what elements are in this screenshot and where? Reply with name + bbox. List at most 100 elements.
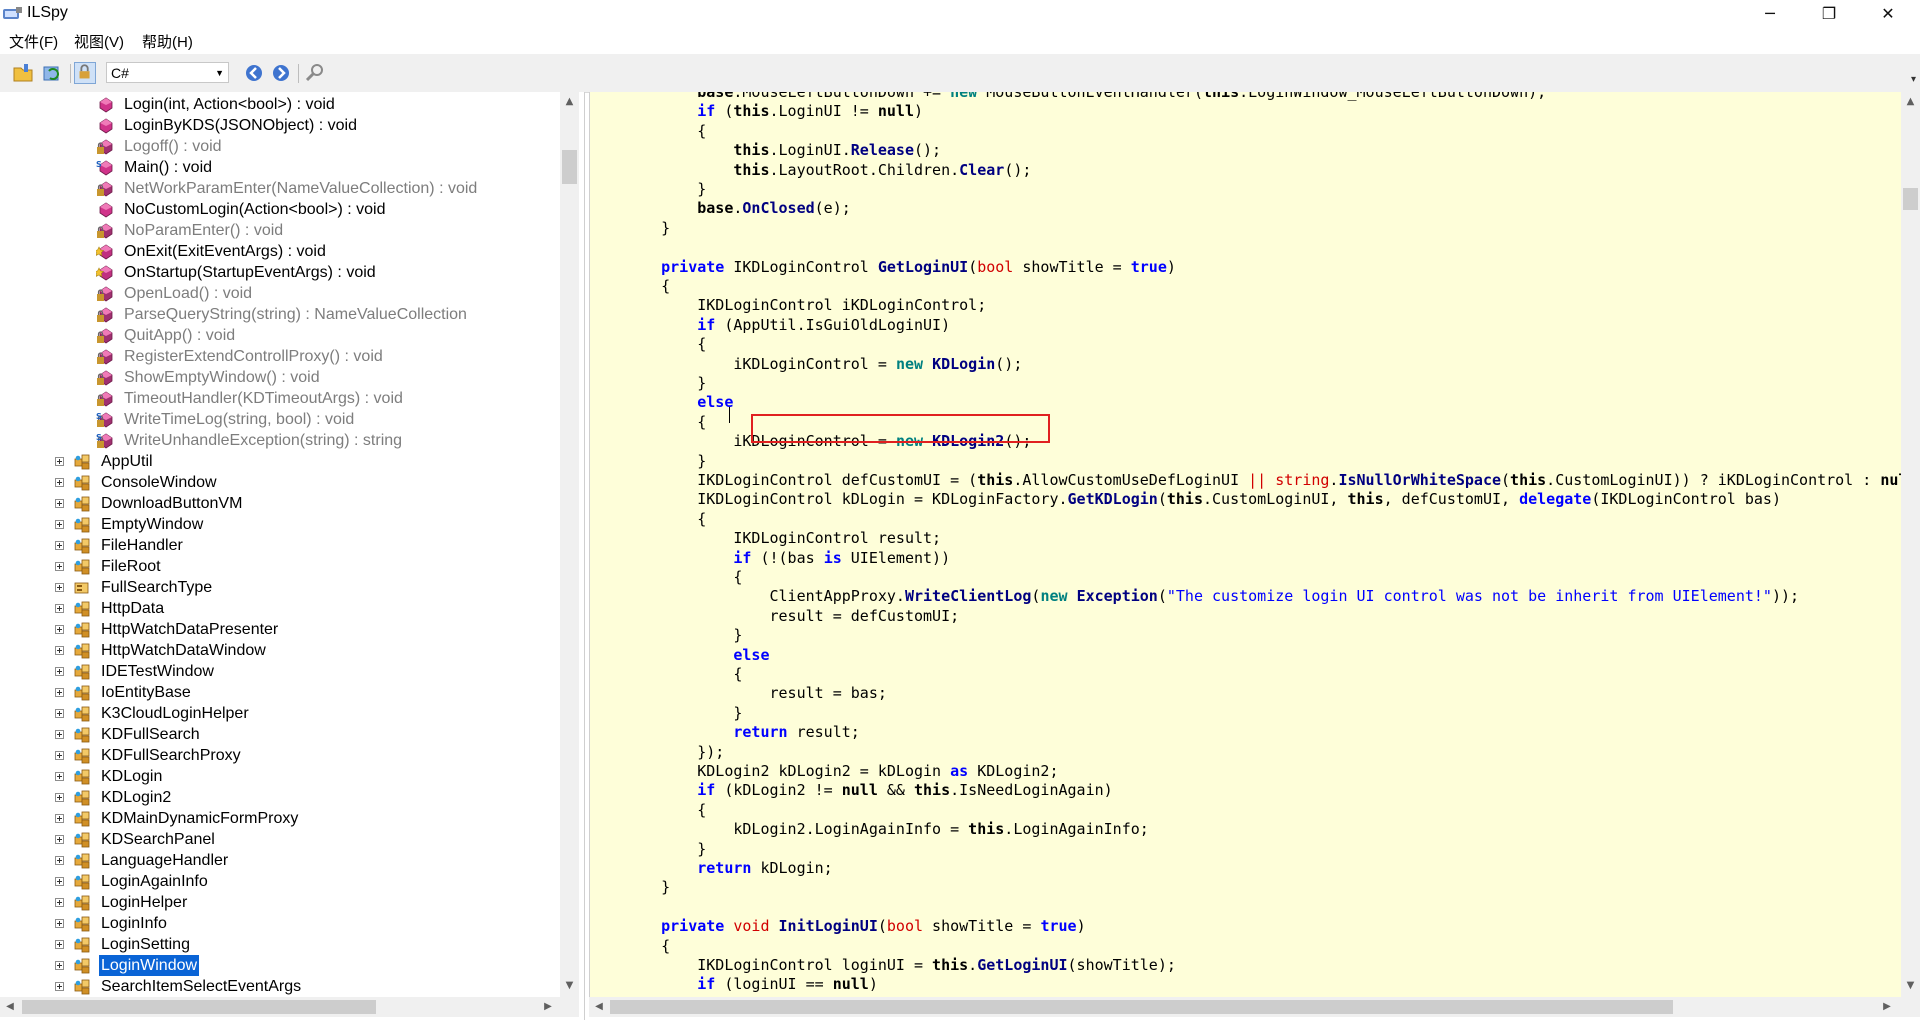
expand-plus-icon[interactable] [55, 919, 64, 928]
tree-item-class[interactable]: KDFullSearchProxy [0, 745, 560, 766]
expand-plus-icon[interactable] [55, 667, 64, 676]
tree-item-method[interactable]: OnStartup(StartupEventArgs) : void [0, 262, 560, 283]
tree-item-class[interactable]: KDSearchPanel [0, 829, 560, 850]
tree-item-class[interactable]: LoginAgainInfo [0, 871, 560, 892]
tree-item-method[interactable]: S Main() : void [0, 157, 560, 178]
expand-plus-icon[interactable] [55, 709, 64, 718]
code-vertical-scrollbar[interactable]: ▲ ▼ [1901, 92, 1920, 997]
expand-plus-icon[interactable] [55, 646, 64, 655]
scroll-right-icon[interactable]: ▶ [542, 1001, 554, 1012]
tree-item-method[interactable]: OpenLoad() : void [0, 283, 560, 304]
expand-plus-icon[interactable] [55, 478, 64, 487]
expand-plus-icon[interactable] [55, 541, 64, 550]
reload-icon[interactable] [41, 62, 63, 84]
expand-plus-icon[interactable] [55, 520, 64, 529]
open-assembly-icon[interactable] [12, 62, 34, 84]
expand-plus-icon[interactable] [55, 961, 64, 970]
expand-plus-icon[interactable] [55, 604, 64, 613]
expand-plus-icon[interactable] [55, 499, 64, 508]
expand-plus-icon[interactable] [55, 457, 64, 466]
assembly-tree[interactable]: Login(int, Action<bool>) : void LoginByKD… [0, 92, 585, 1020]
tree-item-class[interactable]: IoEntityBase [0, 682, 560, 703]
tree-item-method[interactable]: ParseQueryString(string) : NameValueColl… [0, 304, 560, 325]
scroll-down-icon[interactable]: ▼ [560, 980, 579, 991]
menu-file[interactable]: 文件(F) [9, 31, 58, 52]
tree-item-class[interactable]: KDFullSearch [0, 724, 560, 745]
tree-item-class[interactable]: HttpData [0, 598, 560, 619]
minimize-button[interactable]: ─ [1740, 0, 1800, 27]
expand-plus-icon[interactable] [55, 940, 64, 949]
tree-item-class[interactable]: LoginSetting [0, 934, 560, 955]
code-editor[interactable]: base.MouseLeftButtonDown += new MouseBut… [589, 92, 1902, 997]
tree-item-class[interactable]: KDLogin2 [0, 787, 560, 808]
tree-item-class[interactable]: FullSearchType [0, 577, 560, 598]
tree-item-method[interactable]: NoParamEnter() : void [0, 220, 560, 241]
tree-horizontal-scrollbar[interactable]: ◀ ▶ [0, 997, 579, 1017]
tree-item-class[interactable]: ConsoleWindow [0, 472, 560, 493]
tree-item-method[interactable]: OnExit(ExitEventArgs) : void [0, 241, 560, 262]
tree-item-class[interactable]: DownloadButtonVM [0, 493, 560, 514]
expand-plus-icon[interactable] [55, 877, 64, 886]
tree-item-method[interactable]: ShowEmptyWindow() : void [0, 367, 560, 388]
tree-item-class[interactable]: FileRoot [0, 556, 560, 577]
tree-item-class[interactable]: LoginHelper [0, 892, 560, 913]
tree-item-class[interactable]: HttpWatchDataPresenter [0, 619, 560, 640]
expand-plus-icon[interactable] [55, 730, 64, 739]
expand-plus-icon[interactable] [55, 583, 64, 592]
tree-vertical-scrollbar[interactable]: ▲ ▼ [560, 92, 579, 997]
expand-plus-icon[interactable] [55, 814, 64, 823]
tree-item-method[interactable]: Login(int, Action<bool>) : void [0, 94, 560, 115]
tree-item-class[interactable]: LanguageHandler [0, 850, 560, 871]
tree-item-method[interactable]: TimeoutHandler(KDTimeoutArgs) : void [0, 388, 560, 409]
tree-item-method[interactable]: RegisterExtendControllProxy() : void [0, 346, 560, 367]
tree-item-method[interactable]: NetWorkParamEnter(NameValueCollection) :… [0, 178, 560, 199]
expand-plus-icon[interactable] [55, 751, 64, 760]
close-button[interactable]: ✕ [1858, 0, 1918, 27]
forward-icon[interactable] [270, 62, 292, 84]
expand-plus-icon[interactable] [55, 835, 64, 844]
tree-item-method[interactable]: S WriteTimeLog(string, bool) : void [0, 409, 560, 430]
expand-plus-icon[interactable] [55, 688, 64, 697]
tree-item-class[interactable]: EmptyWindow [0, 514, 560, 535]
code-horizontal-scroll-thumb[interactable] [610, 1000, 1673, 1014]
tree-item-class[interactable]: LoginWindow [0, 955, 560, 976]
expand-plus-icon[interactable] [55, 772, 64, 781]
tree-item-method[interactable]: S WriteUnhandleException(string) : string [0, 430, 560, 451]
expand-plus-icon[interactable] [55, 856, 64, 865]
tree-item-method[interactable]: QuitApp() : void [0, 325, 560, 346]
show-internal-api-icon[interactable] [74, 62, 96, 84]
maximize-button[interactable]: ❐ [1799, 0, 1859, 27]
language-select[interactable]: C# ▼ [106, 62, 229, 83]
tree-item-class[interactable]: HttpWatchDataWindow [0, 640, 560, 661]
tree-item-method[interactable]: NoCustomLogin(Action<bool>) : void [0, 199, 560, 220]
back-icon[interactable] [243, 62, 265, 84]
tree-item-class[interactable]: FileHandler [0, 535, 560, 556]
scroll-right-icon[interactable]: ▶ [1881, 1001, 1893, 1012]
code-vertical-scroll-thumb[interactable] [1903, 188, 1918, 210]
menu-view[interactable]: 视图(V) [74, 31, 124, 52]
scroll-up-icon[interactable]: ▲ [1901, 96, 1920, 107]
search-icon[interactable] [304, 62, 326, 84]
tree-item-class[interactable]: AppUtil [0, 451, 560, 472]
scroll-down-icon[interactable]: ▼ [1901, 980, 1920, 991]
tree-item-class[interactable]: KDMainDynamicFormProxy [0, 808, 560, 829]
tree-vertical-scroll-thumb[interactable] [562, 150, 577, 184]
tree-item-class[interactable]: LoginInfo [0, 913, 560, 934]
code-horizontal-scrollbar[interactable]: ◀ ▶ [589, 997, 1920, 1017]
tree-item-class[interactable]: SearchItemSelectEventArgs [0, 976, 560, 997]
expand-plus-icon[interactable] [55, 625, 64, 634]
tree-horizontal-scroll-thumb[interactable] [22, 1000, 376, 1014]
tree-item-class[interactable]: K3CloudLoginHelper [0, 703, 560, 724]
scroll-left-icon[interactable]: ◀ [4, 1001, 16, 1012]
expand-plus-icon[interactable] [55, 982, 64, 991]
tree-item-method[interactable]: LoginByKDS(JSONObject) : void [0, 115, 560, 136]
scroll-left-icon[interactable]: ◀ [593, 1001, 605, 1012]
scroll-up-icon[interactable]: ▲ [560, 96, 579, 107]
toolbar-overflow-icon[interactable]: ▾ [1911, 74, 1916, 85]
tree-item-class[interactable]: KDLogin [0, 766, 560, 787]
menu-help[interactable]: 帮助(H) [142, 31, 193, 52]
tree-item-method[interactable]: Logoff() : void [0, 136, 560, 157]
expand-plus-icon[interactable] [55, 898, 64, 907]
tree-item-class[interactable]: IDETestWindow [0, 661, 560, 682]
expand-plus-icon[interactable] [55, 562, 64, 571]
